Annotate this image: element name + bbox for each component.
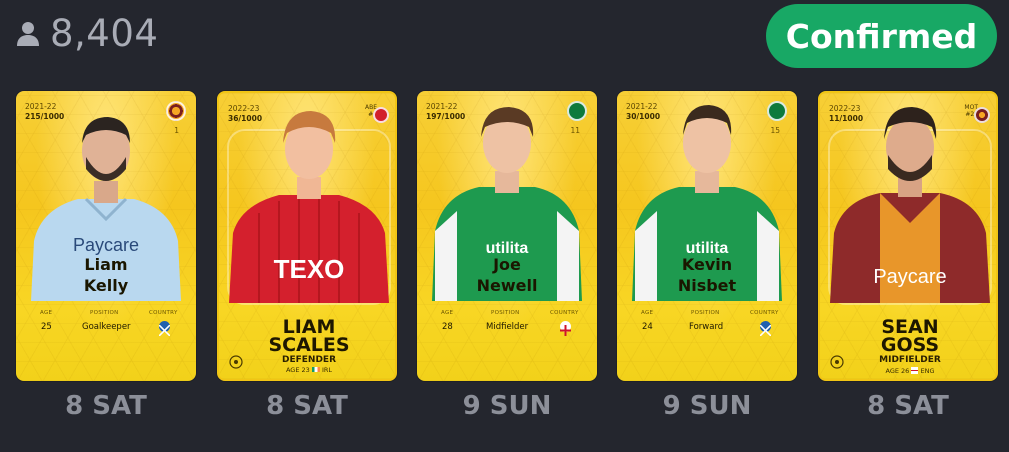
flag-icon: [158, 321, 171, 337]
player-last-name: Nisbet: [677, 276, 737, 295]
age-label: AGE: [40, 310, 53, 316]
card-slot: 2022-23 11/1000 MOT #27 Paycare SEAN GOSS…: [818, 91, 998, 421]
matchday-label: 8 SAT: [65, 391, 147, 421]
position-label: POSITION: [691, 310, 720, 316]
position-value: Goalkeeper: [82, 322, 131, 332]
user-count: 8,404: [16, 12, 158, 55]
player-photo: Paycare: [830, 107, 990, 303]
lineup-cards: 2021-22 215/1000 1 Paycare Liam Kelly AG…: [0, 91, 1009, 431]
position-label: POSITION: [491, 310, 520, 316]
position-value: Midfielder: [486, 322, 529, 332]
position-value: MIDFIELDER: [879, 355, 941, 365]
age-value: 25: [41, 322, 52, 332]
flag-icon: [560, 321, 571, 336]
user-icon: [17, 21, 39, 46]
player-card[interactable]: 2021-22 215/1000 1 Paycare Liam Kelly AG…: [16, 91, 196, 381]
player-card[interactable]: 2021-22 30/1000 15 utilita Kevin Nisbet …: [617, 91, 797, 381]
matchday-label: 9 SUN: [662, 391, 752, 421]
matchday-label: 8 SAT: [867, 391, 949, 421]
player-card[interactable]: 2022-23 36/1000 ABE#4 TEXO LIAM SCALES D…: [217, 91, 397, 381]
flag-icon: [311, 367, 320, 372]
player-last-name: Newell: [476, 276, 538, 295]
svg-text:Paycare: Paycare: [73, 235, 139, 255]
flag-icon: [759, 321, 772, 337]
player-photo: TEXO: [229, 111, 389, 303]
country-label: COUNTRY: [149, 310, 178, 316]
country-label: COUNTRY: [750, 310, 779, 316]
card-slot: 2022-23 36/1000 ABE#4 TEXO LIAM SCALES D…: [217, 91, 397, 421]
svg-text:Paycare: Paycare: [873, 266, 946, 288]
user-count-value: 8,404: [50, 12, 159, 55]
age-value: 28: [442, 322, 453, 332]
player-last-name: GOSS: [880, 334, 940, 356]
player-card[interactable]: 2021-22 197/1000 11 utilita Joe Newell A…: [417, 91, 597, 381]
player-first-name: Liam: [84, 255, 128, 274]
age-label: AGE: [441, 310, 454, 316]
matchday-label: 8 SAT: [266, 391, 348, 421]
confirmed-button[interactable]: Confirmed: [766, 4, 997, 68]
football-icon: [229, 355, 243, 369]
country-label: COUNTRY: [550, 310, 579, 316]
position-value: Forward: [689, 322, 724, 332]
player-last-name: Kelly: [83, 276, 129, 295]
football-icon: [830, 355, 844, 369]
position-value: DEFENDER: [282, 355, 336, 365]
player-last-name: SCALES: [268, 334, 350, 356]
age-label: AGE: [641, 310, 654, 316]
matchday-label: 9 SUN: [462, 391, 552, 421]
flag-icon: [911, 367, 919, 374]
svg-text:TEXO: TEXO: [274, 254, 345, 284]
age-nation: AGE 23 IRL: [285, 366, 333, 374]
card-slot: 2021-22 197/1000 11 utilita Joe Newell A…: [417, 91, 597, 421]
age-nation: AGE 26 ENG: [885, 367, 935, 375]
card-slot: 2021-22 215/1000 1 Paycare Liam Kelly AG…: [16, 91, 196, 421]
player-first-name: Kevin: [681, 255, 733, 274]
player-card[interactable]: 2022-23 11/1000 MOT #27 Paycare SEAN GOSS…: [818, 91, 998, 381]
card-slot: 2021-22 30/1000 15 utilita Kevin Nisbet …: [617, 91, 797, 421]
player-first-name: Joe: [493, 255, 521, 274]
age-value: 24: [642, 322, 653, 332]
position-label: POSITION: [90, 310, 119, 316]
